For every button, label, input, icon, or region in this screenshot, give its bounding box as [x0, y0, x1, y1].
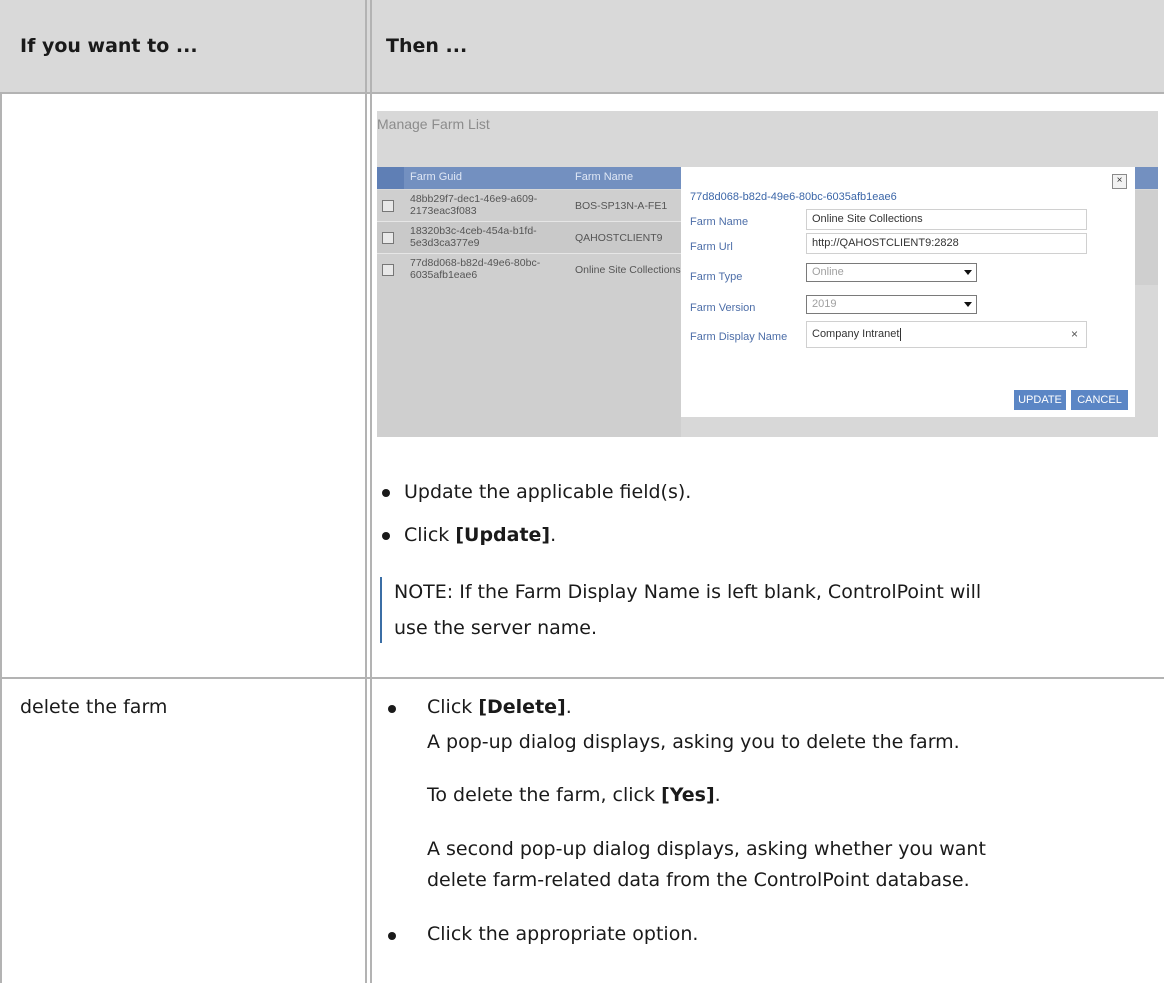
grid-empty-area: [377, 285, 681, 437]
farm-type-select[interactable]: Online: [806, 263, 977, 282]
step-choose-option: Click the appropriate option.: [427, 923, 699, 945]
step-text: To delete the farm, click [Yes].: [427, 784, 721, 806]
row-checkbox[interactable]: [382, 264, 394, 276]
row-farm-name: Online Site Collections: [575, 264, 681, 276]
row-farm-name: QAHOSTCLIENT9: [575, 232, 663, 244]
step-update-fields: Update the applicable field(s).: [404, 481, 692, 503]
farm-display-name-label: Farm Display Name: [690, 331, 788, 343]
row-checkbox[interactable]: [382, 200, 394, 212]
bullet-icon: [388, 932, 396, 940]
step-click-update: Click [Update].: [404, 524, 557, 546]
dialog-farm-guid: 77d8d068-b82d-49e6-80bc-6035afb1eae6: [690, 191, 897, 203]
manage-farm-list-screenshot: Manage Farm List Farm Guid Farm Name 48b…: [377, 111, 1158, 437]
close-icon[interactable]: ×: [1112, 174, 1127, 189]
row-farm-guid: 77d8d068-b82d-49e6-80bc- 6035afb1eae6: [410, 257, 541, 281]
note-line: use the server name.: [394, 617, 597, 639]
update-button[interactable]: UPDATE: [1014, 390, 1066, 410]
action-delete-farm: delete the farm: [20, 696, 168, 718]
step-text: delete farm-related data from the Contro…: [427, 869, 970, 891]
row-farm-name: BOS-SP13N-A-FE1: [575, 200, 668, 212]
farm-type-value: Online: [812, 266, 844, 278]
note-callout: NOTE: If the Farm Display Name is left b…: [380, 577, 1154, 643]
column-divider-inner: [370, 0, 372, 983]
edit-farm-dialog: × 77d8d068-b82d-49e6-80bc-6035afb1eae6 F…: [681, 167, 1135, 417]
farm-url-field[interactable]: http://QAHOSTCLIENT9:2828: [806, 233, 1087, 254]
step-click-delete: Click [Delete].: [427, 696, 572, 718]
table-left-border: [0, 92, 2, 983]
farm-url-label: Farm Url: [690, 241, 733, 253]
chevron-down-icon: [964, 302, 972, 307]
column-header-steps: Then ...: [386, 35, 468, 57]
row-checkbox[interactable]: [382, 232, 394, 244]
screenshot-title: Manage Farm List: [377, 116, 490, 132]
column-header-action: If you want to ...: [20, 35, 198, 57]
header-divider: [0, 92, 1164, 94]
farm-display-name-value: Company Intranet: [812, 328, 900, 340]
farm-version-select[interactable]: 2019: [806, 295, 977, 314]
farm-grid-row[interactable]: 18320b3c-4ceb-454a-b1fd- 5e3d3ca377e9 QAH…: [377, 222, 681, 254]
bullet-icon: [382, 532, 390, 540]
step-text: A second pop-up dialog displays, asking …: [427, 838, 986, 860]
farm-name-label: Farm Name: [690, 216, 749, 228]
farm-display-name-field[interactable]: Company Intranet ×: [806, 321, 1087, 348]
bullet-icon: [388, 705, 396, 713]
farm-grid-row[interactable]: 77d8d068-b82d-49e6-80bc- 6035afb1eae6 Onl…: [377, 254, 681, 286]
farm-grid-row[interactable]: 48bb29f7-dec1-46e9-a609- 2173eac3f083 BOS…: [377, 190, 681, 222]
farm-version-label: Farm Version: [690, 302, 756, 314]
bullet-icon: [382, 489, 390, 497]
grid-header-farm-guid: Farm Guid: [410, 171, 462, 183]
grid-select-column: [377, 167, 404, 189]
grid-header-farm-name: Farm Name: [575, 171, 634, 183]
farm-version-value: 2019: [812, 298, 837, 310]
text-caret: [900, 327, 902, 341]
farm-name-field[interactable]: Online Site Collections: [806, 209, 1087, 230]
row-divider: [0, 677, 1164, 679]
instruction-table: If you want to ... Then ... Manage Farm …: [0, 0, 1164, 983]
cancel-button[interactable]: CANCEL: [1071, 390, 1128, 410]
step-text: A pop-up dialog displays, asking you to …: [427, 731, 960, 753]
note-line: NOTE: If the Farm Display Name is left b…: [394, 581, 982, 603]
table-header: If you want to ... Then ...: [0, 0, 1164, 92]
row-farm-guid: 48bb29f7-dec1-46e9-a609- 2173eac3f083: [410, 193, 538, 217]
farm-type-label: Farm Type: [690, 271, 743, 283]
grid-right-strip: [1135, 190, 1158, 285]
row-farm-guid: 18320b3c-4ceb-454a-b1fd- 5e3d3ca377e9: [410, 225, 537, 249]
chevron-down-icon: [964, 270, 972, 275]
column-divider: [365, 0, 367, 983]
clear-icon[interactable]: ×: [1071, 322, 1078, 347]
